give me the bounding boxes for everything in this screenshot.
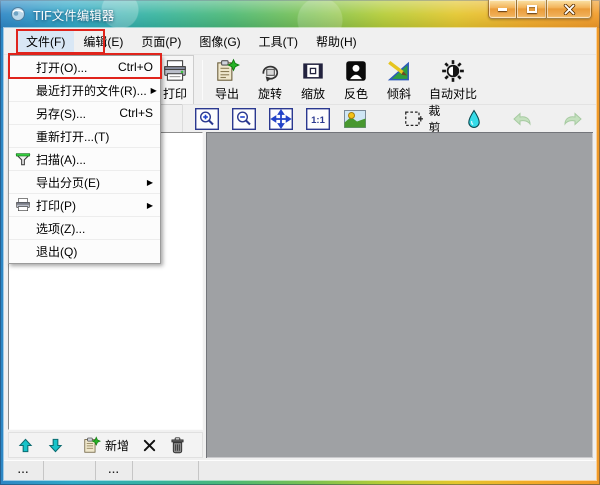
close-button[interactable] [546,0,592,19]
view-toolbar: 1:1 裁剪 [181,104,596,135]
invert-button[interactable]: 反色 [338,56,374,104]
svg-text:1:1: 1:1 [311,114,325,125]
file-menu-dropdown: 打开(O)... Ctrl+O 最近打开的文件(R)... ▶ 另存(S)...… [8,55,161,264]
undo-button[interactable] [512,108,534,130]
status-cell [133,461,199,480]
app-globe-icon [11,7,25,21]
app-window: TIF文件编辑器 文件(F) 编辑(E) 页面(P) 图像(G) 工具(T) 帮… [0,0,600,485]
photo-icon [343,109,366,128]
menu-bar: 文件(F) 编辑(E) 页面(P) 图像(G) 工具(T) 帮助(H) [4,28,596,55]
menu-edit[interactable]: 编辑(E) [74,29,132,54]
menu-page[interactable]: 页面(P) [132,29,190,54]
actual-size-button[interactable]: 1:1 [305,107,330,130]
maximize-button[interactable] [517,0,546,19]
actual-size-icon: 1:1 [305,107,330,130]
rotate-label: 旋转 [257,86,282,101]
status-cell: ... [4,461,44,480]
add-page-icon [84,435,101,453]
menu-tools[interactable]: 工具(T) [250,29,307,54]
add-page-button[interactable]: 新增 [82,435,130,455]
trash-icon [171,436,184,453]
scanner-icon [14,153,31,166]
crop-label: 裁剪 [428,103,441,135]
image-canvas[interactable] [206,132,593,458]
page-nav-toolbar: 新增 [8,432,203,458]
zoom-in-icon [194,107,219,130]
add-page-label: 新增 [105,438,130,453]
export-icon [217,58,240,81]
trash-button[interactable] [170,436,185,454]
droplet-icon [468,108,481,128]
title-bar: TIF文件编辑器 [0,0,600,28]
window-controls [488,0,592,19]
fit-page-icon [268,107,293,130]
skew-label: 倾斜 [386,86,411,101]
crop-button[interactable]: 裁剪 [404,102,450,136]
status-cell [44,461,96,480]
zoom-out-icon [231,107,256,130]
submenu-arrow-icon: ▶ [150,85,157,95]
redo-icon [564,111,582,126]
zoom-in-button[interactable] [194,107,219,130]
export-label: 导出 [214,86,239,101]
fit-page-button[interactable] [268,107,293,130]
zoom-out-button[interactable] [231,107,256,130]
menu-item-export-pages[interactable]: 导出分页(E) ▶ [9,171,160,194]
resize-label: 缩放 [300,86,325,101]
redo-button[interactable] [561,108,583,130]
print-label: 打印 [162,86,187,101]
close-icon [563,3,575,15]
status-cell: ... [96,461,133,480]
printer-icon [15,198,30,211]
color-fill-button[interactable] [464,108,485,130]
rotate-button[interactable]: 旋转 [252,56,288,104]
skew-button[interactable]: 倾斜 [381,56,417,104]
resize-icon [303,62,323,79]
menu-item-save-as[interactable]: 另存(S)... Ctrl+S [9,102,160,125]
page-down-icon [48,438,63,452]
auto-contrast-button[interactable]: 自动对比 [424,56,482,104]
submenu-arrow-icon: ▶ [146,177,153,187]
page-down-button[interactable] [48,438,63,453]
photo-view-button[interactable] [343,108,367,130]
status-cell [199,461,596,480]
auto-contrast-label: 自动对比 [429,86,478,101]
menu-image[interactable]: 图像(G) [190,29,249,54]
print-button[interactable]: 打印 [156,54,194,105]
window-title: TIF文件编辑器 [33,8,115,23]
page-up-icon [18,438,33,452]
menu-item-recent-files[interactable]: 最近打开的文件(R)... ▶ [9,79,160,102]
undo-icon [513,111,531,126]
delete-icon [143,439,156,451]
menu-help[interactable]: 帮助(H) [307,29,366,54]
export-button[interactable]: 导出 [209,56,245,104]
menu-file[interactable]: 文件(F) [17,28,75,54]
resize-button[interactable]: 缩放 [295,56,331,104]
delete-page-button[interactable] [142,438,157,453]
selection-icon [405,111,424,126]
invert-label: 反色 [343,86,368,101]
menu-item-print[interactable]: 打印(P) ▶ [9,194,160,217]
menu-item-reopen[interactable]: 重新打开...(T) [9,125,160,148]
menu-item-open[interactable]: 打开(O)... Ctrl+O [9,56,160,79]
submenu-arrow-icon: ▶ [146,200,153,210]
menu-item-options[interactable]: 选项(Z)... [9,217,160,240]
printer-icon [164,59,186,81]
menu-item-scan[interactable]: 扫描(A)... [9,148,160,171]
skew-icon [387,60,409,80]
page-up-button[interactable] [18,438,33,453]
minimize-icon [498,7,507,11]
minimize-button[interactable] [488,0,517,19]
menu-item-exit[interactable]: 退出(Q) [9,240,160,263]
toolbar-separator [202,59,203,100]
status-bar: ... ... [4,460,596,480]
auto-contrast-icon [442,59,464,82]
rotate-icon [262,65,279,82]
invert-icon [346,60,366,81]
maximize-icon [526,5,537,13]
